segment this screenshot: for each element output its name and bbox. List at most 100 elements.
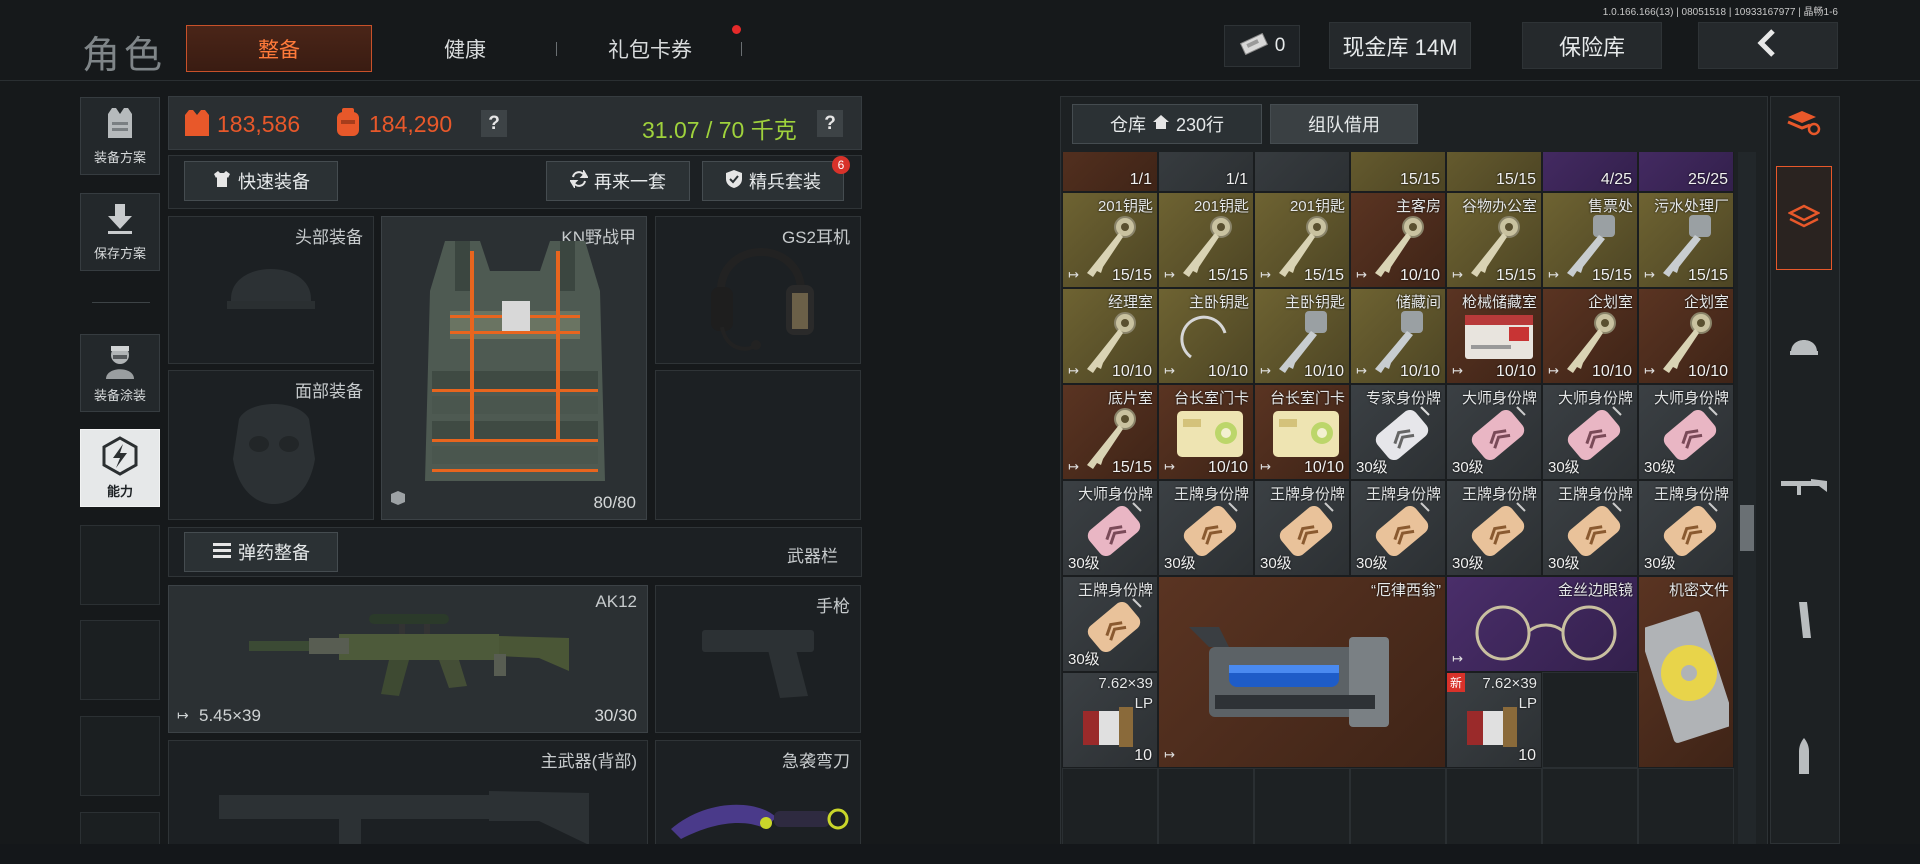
sidebar-item-loadout[interactable]: 装备方案 — [80, 97, 160, 175]
footer-divider — [0, 844, 1920, 864]
item-name: 储藏间 — [1395, 294, 1441, 311]
inventory-item[interactable]: 专家身份牌 30级 — [1350, 384, 1446, 480]
exit-arrow-icon: ↦ — [1164, 267, 1175, 282]
empty-equipment-slot[interactable] — [655, 370, 861, 520]
layers-icon — [1787, 201, 1821, 236]
inventory-item[interactable]: 7.62×39 LP 10 — [1062, 672, 1158, 768]
inventory-item-wide[interactable]: 金丝边眼镜 ↦ — [1446, 576, 1638, 672]
inventory-item[interactable]: 台长室门卡 ↦ 10/10 — [1254, 384, 1350, 480]
sidebar-item-label: 能力 — [106, 484, 133, 499]
tab-team-borrow[interactable]: 组队借用 — [1270, 104, 1418, 144]
inventory-item[interactable]: 15/15 — [1446, 152, 1542, 192]
sidebar-divider — [92, 302, 150, 303]
inventory-item[interactable] — [1254, 152, 1350, 192]
inventory-item[interactable]: 主卧钥匙 ↦ 10/10 — [1254, 288, 1350, 384]
item-count: 10/10 — [1591, 363, 1632, 380]
cube-icon — [390, 490, 406, 511]
sidebar-item-ability[interactable]: 能力 — [80, 429, 160, 507]
tab-health[interactable]: 健康 — [400, 25, 530, 72]
item-count: 10 — [1518, 747, 1536, 764]
inventory-item[interactable]: 企划室 ↦ 10/10 — [1542, 288, 1638, 384]
item-level: 30级 — [1452, 459, 1484, 476]
inventory-item[interactable]: 枪械储藏室 ↦ 10/10 — [1446, 288, 1542, 384]
inventory-item-large[interactable]: “厄律西翁” ↦ — [1158, 576, 1446, 768]
headset-slot[interactable]: GS2耳机 — [655, 216, 861, 364]
safe-box-button[interactable]: 保险库 — [1522, 22, 1662, 69]
inventory-item[interactable]: 大师身份牌 30级 — [1446, 384, 1542, 480]
inventory-item[interactable]: 25/25 — [1638, 152, 1734, 192]
inventory-item[interactable]: 主卧钥匙 ↦ 10/10 — [1158, 288, 1254, 384]
item-name: 王牌身份牌 — [1173, 486, 1249, 503]
inventory-item[interactable]: 王牌身份牌 30级 — [1254, 480, 1350, 576]
elite-set-button[interactable]: 精兵套装 — [702, 161, 844, 201]
item-count: 10/10 — [1303, 363, 1344, 380]
inventory-item[interactable]: 王牌身份牌 30级 — [1158, 480, 1254, 576]
tab-storage[interactable]: 仓库 230行 — [1072, 104, 1262, 144]
inventory-item[interactable]: 主客房 ↦ 10/10 — [1350, 192, 1446, 288]
inventory-item-tall[interactable]: 机密文件 — [1638, 576, 1734, 768]
inventory-item[interactable]: 污水处理厂 ↦ 15/15 — [1638, 192, 1734, 288]
inventory-item[interactable]: 4/25 — [1542, 152, 1638, 192]
inventory-item[interactable]: 201钥匙 ↦ 15/15 — [1062, 192, 1158, 288]
filter-refresh[interactable] — [1776, 100, 1832, 148]
inventory-item[interactable]: 1/1 — [1062, 152, 1158, 192]
main-weapon-slot[interactable]: AK12 ↦ 5.45×39 30/30 — [168, 585, 648, 733]
inventory-item[interactable]: 大师身份牌 30级 — [1638, 384, 1734, 480]
filter-all[interactable] — [1776, 166, 1832, 270]
item-name: 王牌身份牌 — [1461, 486, 1537, 503]
head-slot[interactable]: 头部装备 — [168, 216, 374, 364]
inventory-item[interactable]: 大师身份牌 30级 — [1542, 384, 1638, 480]
exit-arrow-icon: ↦ — [1644, 267, 1655, 282]
again-button[interactable]: 再来一套 — [546, 161, 690, 201]
exit-arrow-icon: ↦ — [1068, 363, 1079, 378]
ticket-counter[interactable]: 0 — [1224, 25, 1300, 67]
inventory-item[interactable]: 王牌身份牌 30级 — [1542, 480, 1638, 576]
sidebar-item-save[interactable]: 保存方案 — [80, 193, 160, 271]
quick-equip-button[interactable]: 快速装备 — [184, 161, 338, 201]
weight-help-button[interactable]: ? — [817, 110, 843, 137]
inventory-item[interactable]: 15/15 — [1350, 152, 1446, 192]
inventory-item[interactable]: 售票处 ↦ 15/15 — [1542, 192, 1638, 288]
inventory-item[interactable]: 1/1 — [1158, 152, 1254, 192]
inventory-item[interactable]: 谷物办公室 ↦ 15/15 — [1446, 192, 1542, 288]
vest-slot[interactable]: KN野战甲 80/80 — [381, 216, 647, 520]
inventory-item[interactable]: 王牌身份牌 30级 — [1350, 480, 1446, 576]
inventory-item[interactable]: 王牌身份牌 30级 — [1062, 576, 1158, 672]
inventory-item[interactable]: 大师身份牌 30级 — [1062, 480, 1158, 576]
empty-inventory-cell[interactable] — [1542, 672, 1638, 768]
help-button[interactable]: ? — [481, 110, 507, 137]
item-count: 10/10 — [1495, 363, 1536, 380]
filter-magazine[interactable] — [1776, 570, 1832, 674]
tab-divider-2 — [741, 42, 742, 56]
inventory-item[interactable]: 台长室门卡 ↦ 10/10 — [1158, 384, 1254, 480]
exit-arrow-icon: ↦ — [1452, 651, 1463, 666]
inventory-item[interactable]: 201钥匙 ↦ 15/15 — [1158, 192, 1254, 288]
ticket-count: 0 — [1274, 35, 1286, 56]
inventory-item[interactable]: 王牌身份牌 30级 — [1638, 480, 1734, 576]
inventory-item[interactable]: 王牌身份牌 30级 — [1446, 480, 1542, 576]
tab-equip[interactable]: 整备 — [186, 25, 372, 72]
cash-vault-button[interactable]: 现金库 14M — [1329, 22, 1471, 69]
filter-bullet[interactable] — [1776, 706, 1832, 810]
ammo-supply-button[interactable]: 弹药整备 — [184, 532, 338, 572]
inventory-item[interactable]: 201钥匙 ↦ 15/15 — [1254, 192, 1350, 288]
filter-helmet[interactable] — [1776, 296, 1832, 400]
inventory-item[interactable]: 经理室 ↦ 10/10 — [1062, 288, 1158, 384]
scrollbar-thumb[interactable] — [1740, 505, 1754, 551]
tab-gifts[interactable]: 礼包卡券 — [575, 25, 725, 72]
filter-rifle[interactable] — [1776, 436, 1832, 540]
armor-value: 183,586 — [217, 111, 301, 137]
inventory-item[interactable]: 7.62×39 LP 10 新 — [1446, 672, 1542, 768]
inventory-item[interactable]: 企划室 ↦ 10/10 — [1638, 288, 1734, 384]
item-count: 25/25 — [1687, 171, 1728, 188]
item-count: 15/15 — [1111, 267, 1152, 284]
pistol-slot[interactable]: 手枪 — [655, 585, 861, 733]
back-button[interactable] — [1698, 22, 1838, 69]
sidebar-item-skins[interactable]: 装备涂装 — [80, 334, 160, 412]
face-slot[interactable]: 面部装备 — [168, 370, 374, 520]
storage-rows: 230行 — [1175, 115, 1225, 135]
inventory-item[interactable]: 底片室 ↦ 15/15 — [1062, 384, 1158, 480]
armor-value-icon — [183, 108, 211, 143]
item-count: 10/10 — [1687, 363, 1728, 380]
inventory-item[interactable]: 储藏间 ↦ 10/10 — [1350, 288, 1446, 384]
